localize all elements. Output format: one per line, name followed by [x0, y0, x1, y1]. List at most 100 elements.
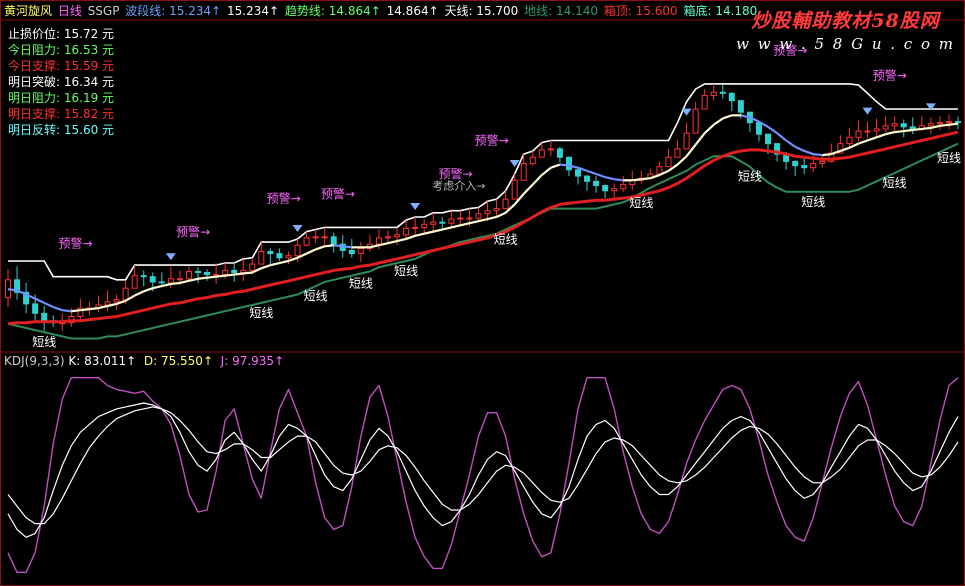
band-line-segment [885, 131, 895, 136]
candle-body [891, 123, 898, 127]
band-line-segment [34, 297, 45, 304]
chart-header: 黄河旋风 日线 SSGP 波段线: 15.234↑ 15.234↑ 趋势线: 1… [4, 4, 761, 18]
candle-body [321, 236, 328, 239]
band-line-segment [794, 145, 805, 152]
candle-body [765, 133, 771, 145]
band-line-segment [912, 127, 922, 132]
candle-body [945, 121, 952, 124]
band-line-segment [432, 228, 443, 233]
candle-body [656, 166, 663, 175]
band-line-segment [279, 259, 289, 265]
candle-body [303, 237, 310, 246]
band-line-segment [867, 136, 877, 142]
candle-body [511, 179, 518, 200]
candle-body [466, 217, 473, 220]
candle-body [728, 92, 735, 102]
candle-body [312, 236, 319, 239]
period-label[interactable]: 日线 [58, 4, 82, 18]
header-item: 15.234↑ [227, 4, 283, 18]
candle-body [719, 91, 726, 94]
band-line-segment [858, 139, 868, 145]
candle-body [855, 130, 862, 138]
short-term-label: 短线 [249, 306, 273, 320]
price-level-row: 明日支撑: 15.82 元 [8, 107, 115, 121]
price-level-row: 止损价位: 15.72 元 [8, 27, 115, 41]
band-line-segment [478, 217, 488, 223]
band-line-segment [848, 142, 859, 149]
warn-label: 预警→ [176, 224, 210, 239]
band-line-segment [541, 166, 552, 176]
band-line-segment [333, 244, 343, 248]
band-line-segment [405, 234, 416, 240]
candle-body [792, 160, 799, 167]
band-line-segment [595, 172, 606, 179]
candle-body [674, 148, 681, 158]
short-term-label: 短线 [629, 196, 653, 210]
watermark-url: w w w . 5 8 G u . c o m [736, 35, 955, 53]
candle-body [909, 126, 916, 130]
price-level-row: 今日阻力: 16.53 元 [8, 43, 115, 57]
band-line-segment [442, 226, 452, 231]
band-line-segment [604, 176, 615, 181]
candle-body [32, 303, 39, 314]
short-term-label: 短线 [32, 335, 56, 349]
buy-signal-marker [681, 108, 692, 116]
band-line-segment [423, 230, 434, 235]
kdj-j-value: 97.935 [232, 354, 275, 368]
band-line-segment [703, 123, 715, 134]
price-level-row: 明日反转: 15.60 元 [8, 123, 115, 137]
band-line-segment [215, 274, 226, 278]
candle-body [611, 188, 618, 192]
band-line-segment [134, 290, 145, 297]
chart-frame [0, 0, 965, 586]
buy-signal-marker [165, 253, 176, 261]
candle-body [185, 270, 192, 280]
kdj-name: KDJ(9,3,3) [4, 354, 65, 368]
candle-body [131, 275, 138, 289]
candle-body [140, 275, 147, 278]
band-line-segment [315, 245, 326, 251]
candle-body [665, 156, 672, 168]
band-line-segment [487, 215, 497, 221]
candle-body [448, 218, 455, 224]
price-chart[interactable]: 预警→预警→预警→ 预警→预警→预警→预警→预警→短线短线短线短线短线短线短线短线… [0, 0, 965, 586]
kdj-j-label: J: [220, 354, 229, 368]
stock-title: 黄河旋风 [4, 4, 53, 18]
candle-body [502, 198, 509, 210]
candle-body [330, 236, 337, 245]
band-line-segment [62, 309, 72, 313]
band-line-segment [522, 183, 534, 195]
band-line-segment [813, 153, 823, 157]
header-item: 地线: 14.140 [524, 4, 602, 18]
candle-body [385, 236, 391, 239]
candle-body [620, 183, 627, 190]
band-line-segment [803, 149, 814, 156]
candle-body [864, 130, 871, 133]
candle-body [176, 278, 183, 281]
candle-body [285, 255, 292, 259]
consider-entry-label: 考虑介入→ [432, 180, 485, 193]
short-term-label: 短线 [937, 151, 961, 165]
candle-body [457, 217, 464, 220]
band-line-segment [306, 248, 317, 255]
band-line-segment [197, 276, 208, 280]
band-line-segment [143, 287, 154, 293]
band-line-segment [903, 128, 913, 133]
band-line-segment [89, 307, 99, 311]
header-items: 波段线: 15.234↑ 15.234↑ 趋势线: 14.864↑ 14.864… [125, 4, 759, 18]
band-line-segment [785, 139, 796, 148]
band-line-segment [71, 309, 81, 313]
candle-body [575, 169, 581, 177]
header-item: 波段线: 15.234↑ [125, 4, 226, 18]
candle-body [249, 263, 256, 271]
candle-body [375, 237, 382, 245]
warn-label: 预警→ [267, 190, 301, 205]
candle-body [584, 175, 591, 182]
header-item: 天线: 15.700 [444, 4, 523, 18]
candle-body [493, 208, 500, 212]
band-line-segment [767, 125, 778, 135]
band-line-segment [260, 264, 271, 270]
band-line-segment [170, 281, 181, 286]
warn-label: 预警→ [873, 68, 907, 83]
band-line-segment [559, 163, 570, 167]
